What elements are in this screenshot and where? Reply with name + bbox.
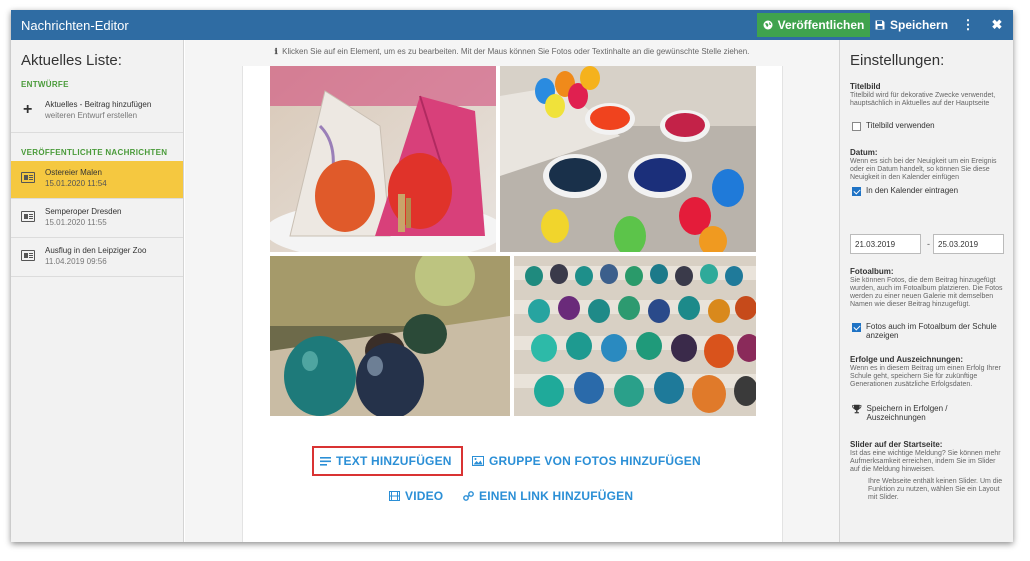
published-label: VERÖFFENTLICHTE NACHRICHTEN [21,148,168,157]
news-item-title: Ausflug in den Leipziger Zoo [45,246,147,255]
news-item-title: Ostereier Malen [45,168,102,177]
awards-description: Wenn es in diesem Beitrag um einen Erfol… [850,365,1001,388]
calendar-checkbox-row[interactable]: In den Kalender eintragen [852,186,958,196]
publish-button[interactable]: Veröffentlichen [757,13,870,37]
album-checkbox[interactable] [852,323,861,332]
date-from-input[interactable] [850,234,921,254]
add-photo-group-label: GRUPPE VON FOTOS HINZUFÜGEN [489,454,701,468]
cover-checkbox[interactable] [852,122,861,131]
add-photo-group-button[interactable]: GRUPPE VON FOTOS HINZUFÜGEN [472,454,701,468]
album-description: Sie können Fotos, die dem Beitrag hinzug… [850,277,1003,308]
settings-heading: Einstellungen: [850,52,945,69]
publish-label: Veröffentlichen [777,18,865,32]
album-checkbox-label: Fotos auch im Fotoalbum der Schule anzei… [866,322,997,340]
calendar-checkbox[interactable] [852,187,861,196]
cover-checkbox-row[interactable]: Titelbild verwenden [852,121,935,131]
news-item-title: Semperoper Dresden [45,207,122,216]
window-title: Nachrichten-Editor [21,18,129,33]
add-video-button[interactable]: VIDEO [389,489,443,503]
cover-checkbox-label: Titelbild verwenden [866,121,935,130]
editor-area: ℹ Klicken Sie auf ein Element, um es zu … [185,40,839,542]
titlebar: Nachrichten-Editor Veröffentlichen Speic… [11,10,1013,40]
date-description: Wenn es sich bei der Neuigkeit um ein Er… [850,158,997,181]
editor-hint: ℹ Klicken Sie auf ein Element, um es zu … [185,47,839,56]
album-checkbox-row[interactable]: Fotos auch im Fotoalbum der Schule anzei… [852,322,1008,340]
save-button[interactable]: Speichern [875,13,950,37]
info-icon: ℹ [274,47,278,56]
add-link-label: EINEN LINK HINZUFÜGEN [479,489,634,503]
cover-description: Titelbild wird für dekorative Zwecke ver… [850,92,996,107]
news-list-heading: Aktuelles Liste: [21,52,122,69]
many-eggs-cartons-photo[interactable] [514,256,756,416]
date-to-input[interactable] [933,234,1004,254]
image-icon [472,456,484,466]
news-item-date: 11.04.2019 09:56 [45,257,107,266]
album-title: Fotoalbum: [850,267,894,276]
easter-napkin-photo[interactable] [270,66,496,252]
news-item[interactable]: Ausflug in den Leipziger Zoo 11.04.2019 … [11,239,183,277]
news-item-date: 15.01.2020 11:55 [45,218,107,227]
news-list-panel: Aktuelles Liste: ENTWÜRFE + Aktuelles - … [11,40,184,542]
add-news-title: Aktuelles - Beitrag hinzufügen [45,100,152,109]
editor-window: Nachrichten-Editor Veröffentlichen Speic… [11,10,1013,542]
text-lines-icon [320,456,331,466]
slider-description: Ist das eine wichtige Meldung? Sie könne… [850,450,1001,473]
add-text-button[interactable]: TEXT HINZUFÜGEN [320,454,452,468]
newspaper-icon [21,211,35,222]
close-icon[interactable]: ✖ [989,15,1005,35]
slider-note: Ihre Webseite enthält keinen Slider. Um … [868,478,1003,501]
add-news-subtitle: weiteren Entwurf erstellen [45,111,138,120]
dyed-eggs-carton-photo[interactable] [270,256,510,416]
floppy-disk-icon [875,20,885,30]
egg-dye-cups-photo[interactable] [500,66,756,252]
calendar-checkbox-label: In den Kalender eintragen [866,186,959,195]
save-awards-label: Speichern in Erfolgen / Auszeichnungen [866,404,948,422]
more-options-icon[interactable]: ⋮ [961,15,975,35]
plus-icon: + [23,101,33,118]
slider-title: Slider auf der Startseite: [850,440,943,449]
globe-icon [763,20,773,30]
add-video-label: VIDEO [405,489,444,503]
editor-canvas: TEXT HINZUFÜGEN GRUPPE VON FOTOS HINZUFÜ… [242,66,783,542]
settings-panel: Einstellungen: Titelbild Titelbild wird … [839,40,1013,542]
news-item-date: 15.01.2020 11:54 [45,179,107,188]
save-awards-action[interactable]: Speichern in Erfolgen / Auszeichnungen [852,404,1002,422]
add-news-draft[interactable]: + Aktuelles - Beitrag hinzufügen weitere… [11,98,183,130]
editor-hint-text: Klicken Sie auf ein Element, um es zu be… [282,47,750,56]
newspaper-icon [21,172,35,183]
date-separator: - [927,239,930,249]
drafts-label: ENTWÜRFE [21,80,69,89]
date-title: Datum: [850,148,878,157]
link-icon [463,491,474,501]
cover-title: Titelbild [850,82,881,91]
newspaper-icon [21,250,35,261]
add-text-label: TEXT HINZUFÜGEN [336,454,452,468]
trophy-icon [852,404,862,414]
divider [11,132,183,133]
film-icon [389,491,400,501]
awards-title: Erfolge und Auszeichnungen: [850,355,964,364]
save-label: Speichern [890,18,949,32]
news-item[interactable]: Semperoper Dresden 15.01.2020 11:55 [11,200,183,238]
news-item[interactable]: Ostereier Malen 15.01.2020 11:54 [11,161,183,199]
add-link-button[interactable]: EINEN LINK HINZUFÜGEN [463,489,633,503]
